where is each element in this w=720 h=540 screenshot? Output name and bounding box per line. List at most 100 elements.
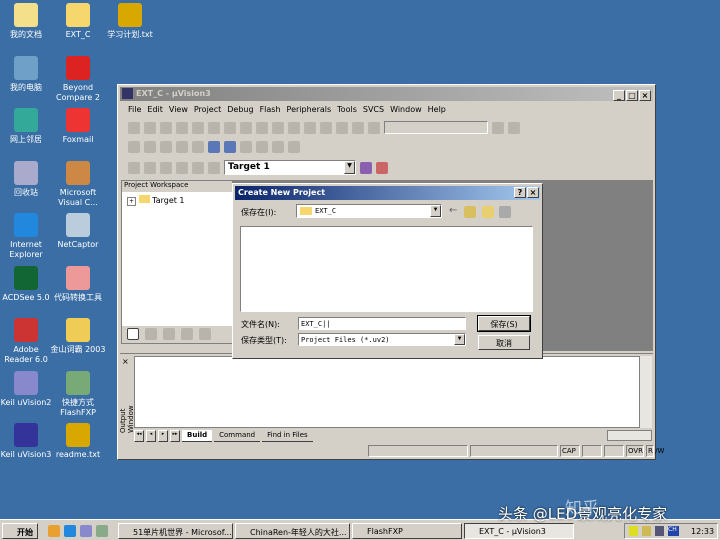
files-tab-icon[interactable] [127,328,139,340]
menu-file[interactable]: File [128,105,141,114]
components-icon[interactable] [360,161,372,174]
menu-project[interactable]: Project [194,105,221,114]
redo-icon[interactable] [256,121,268,134]
bookmark-next-icon[interactable] [320,121,332,134]
desktop-icon[interactable]: NetCaptor [50,213,106,250]
bookmark-clear-icon[interactable] [352,121,364,134]
find-next-icon[interactable] [508,121,520,134]
output-toggle-icon[interactable] [224,140,236,153]
new-folder-icon[interactable] [482,206,494,218]
file-list[interactable] [240,226,533,312]
qq-icon[interactable] [48,525,60,537]
tray-app-icon[interactable] [642,526,651,536]
functions-tab-icon[interactable] [181,328,193,340]
stop-build-icon[interactable] [176,161,188,174]
menu-peripherals[interactable]: Peripherals [287,105,332,114]
options-icon[interactable] [208,161,220,174]
new-file-icon[interactable] [128,121,140,134]
output-horizontal-scrollbar[interactable] [607,430,652,441]
undo-icon[interactable] [240,121,252,134]
back-icon[interactable] [128,140,140,153]
target-select[interactable]: Target 1 ▼ [224,160,356,175]
up-folder-icon[interactable] [464,206,476,218]
regs-tab-icon[interactable] [145,328,157,340]
cut-icon[interactable] [192,121,204,134]
desktop-icon[interactable]: Keil uVision3 [0,423,54,460]
desktop-icon[interactable]: 我的电脑 [0,55,54,93]
output-text-area[interactable] [134,356,640,428]
output-vertical-scrollbar[interactable] [640,356,652,428]
volume-icon[interactable] [629,526,638,536]
desktop-icon[interactable]: 代码转换工具 [50,265,106,303]
minimize-button[interactable]: _ [613,90,625,101]
menu-window[interactable]: Window [390,105,422,114]
menu-help[interactable]: Help [428,105,446,114]
desktop-icon[interactable]: Adobe Reader 6.0 [0,318,54,365]
chevron-down-icon[interactable]: ▼ [454,334,465,345]
task-51mcu[interactable]: 51单片机世界 - Microsof... [118,523,233,539]
network-icon[interactable] [655,526,664,536]
desktop-icon[interactable]: 学习计划.txt [102,3,158,40]
desktop-icon[interactable]: Beyond Compare 2 [50,55,106,103]
watch-icon[interactable] [288,140,300,153]
help-button[interactable]: ? [514,187,526,198]
copy-icon[interactable] [208,121,220,134]
expand-icon[interactable]: + [127,197,137,206]
bookmark-icon[interactable] [304,121,316,134]
output-tab-build[interactable]: Build [182,430,213,442]
bookmark-prev-icon[interactable] [336,121,348,134]
tab-scroll-button[interactable]: ◂◂ [134,430,144,442]
browse-icon[interactable] [160,140,172,153]
ime-indicator[interactable]: CH [668,526,679,536]
desktop-icon[interactable]: 快捷方式 FlashFXP [50,370,106,418]
dialog-close-button[interactable]: × [527,187,539,198]
output-close-icon[interactable]: × [122,357,129,366]
tree-item-target[interactable]: + Target 1 [122,192,232,206]
workspace-toggle-icon[interactable] [208,140,220,153]
forward-icon[interactable] [144,140,156,153]
menu-svcs[interactable]: SVCS [363,105,384,114]
desktop-icon[interactable]: 我的文档 [0,3,54,40]
find-in-files-icon[interactable] [368,121,380,134]
download-icon[interactable] [192,161,204,174]
menu-tools[interactable]: Tools [337,105,357,114]
filename-input[interactable]: EXT_C|| [298,317,466,330]
desktop-icon[interactable]: 金山词霸 2003 [50,318,106,355]
menu-flash[interactable]: Flash [260,105,281,114]
print-icon[interactable] [176,140,188,153]
filetype-select[interactable]: Project Files (*.uv2) ▼ [298,333,466,346]
maximize-button[interactable]: □ [626,90,638,101]
outdent-icon[interactable] [288,121,300,134]
output-tab-find-in-files[interactable]: Find in Files [262,430,313,442]
back-arrow-icon[interactable]: ← [449,205,457,216]
menu-edit[interactable]: Edit [147,105,163,114]
show-desktop-icon[interactable] [96,525,108,537]
save-icon[interactable] [160,121,172,134]
ie-icon[interactable] [64,525,76,537]
save-button[interactable]: 保存(S) [477,315,531,332]
rebuild-icon[interactable] [160,161,172,174]
chevron-down-icon[interactable]: ▼ [430,205,441,217]
desktop-icon[interactable]: Keil uVision2 [0,370,54,408]
find-icon[interactable] [492,121,504,134]
tab-scroll-button[interactable]: ◂ [146,430,156,442]
tab-scroll-button[interactable]: ▸▸ [170,430,180,442]
task-uvision[interactable]: EXT_C - µVision3 [464,523,574,539]
open-icon[interactable] [144,121,156,134]
tab-scroll-button[interactable]: ▸ [158,430,168,442]
desktop-icon[interactable]: EXT_C [50,3,106,40]
task-chinaren[interactable]: ChinaRen-年轻人的大社... [235,523,350,539]
books-icon[interactable] [376,161,388,174]
desktop-icon[interactable]: readme.txt [50,423,106,460]
desktop-icon[interactable]: Internet Explorer [0,213,54,260]
dialog-title-bar[interactable]: Create New Project ? × [235,186,540,200]
view-menu-icon[interactable] [499,206,511,218]
build-icon[interactable] [144,161,156,174]
start-button[interactable]: 开始 [2,523,38,539]
memory-icon[interactable] [272,140,284,153]
templates-tab-icon[interactable] [199,328,211,340]
cancel-button[interactable]: 取消 [478,335,530,350]
desktop-icon[interactable]: 回收站 [0,160,54,198]
output-tab-command[interactable]: Command [214,430,261,442]
indent-icon[interactable] [272,121,284,134]
